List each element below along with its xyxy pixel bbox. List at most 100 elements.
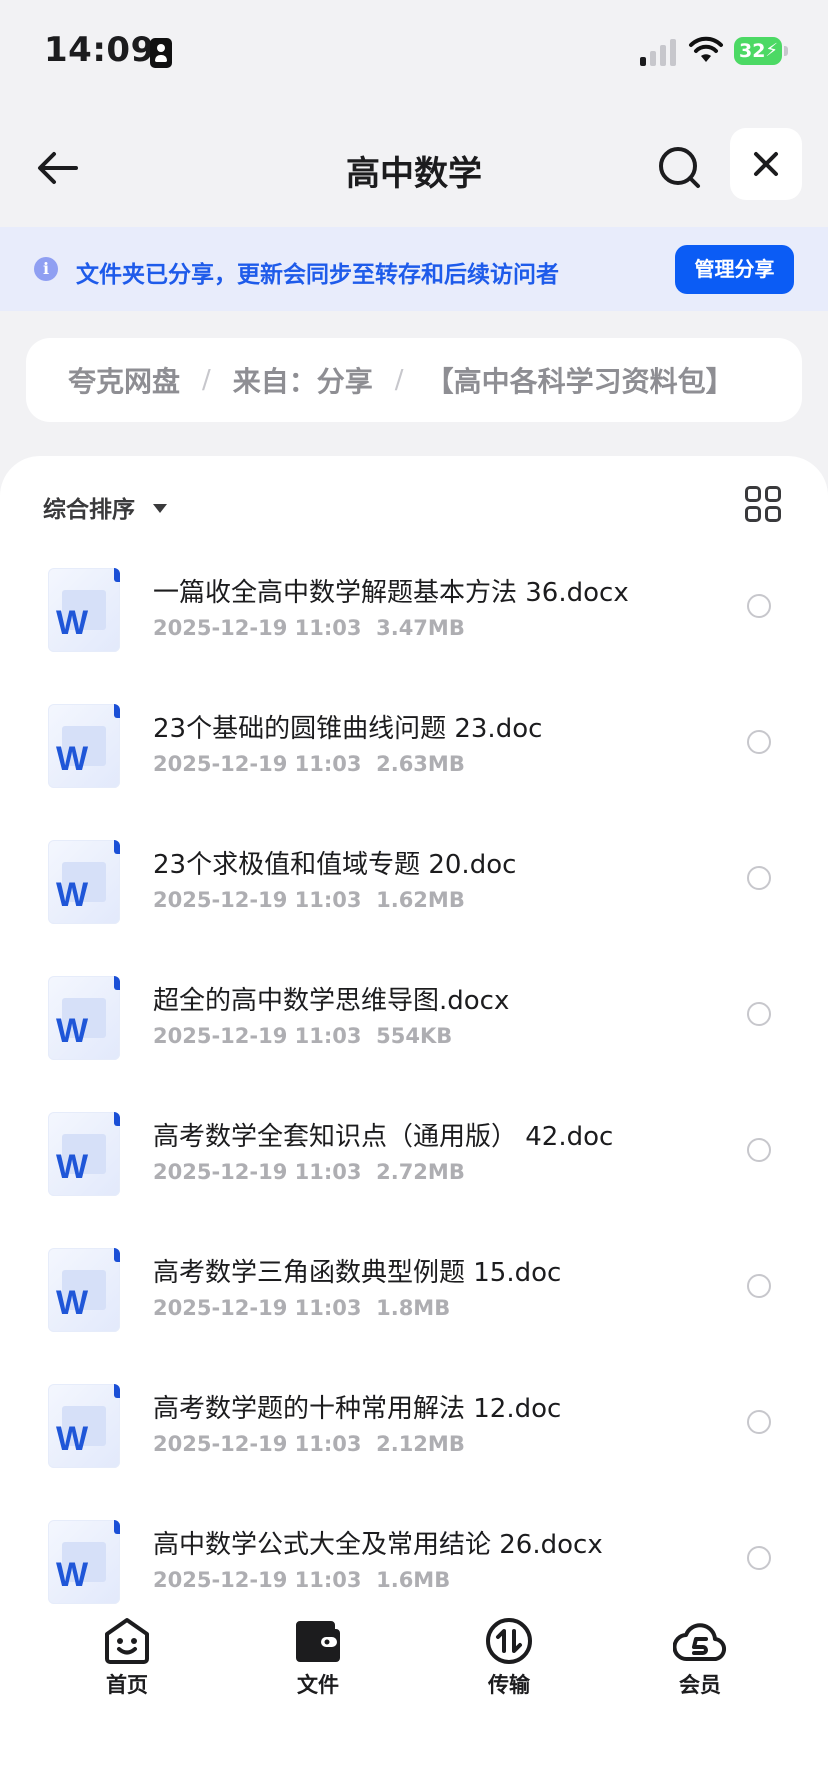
wifi-icon (689, 36, 723, 62)
file-name: 超全的高中数学思维导图.docx (153, 986, 510, 1016)
file-meta: 2025-12-19 11:03 1.8MB (153, 1296, 450, 1320)
file-meta: 2025-12-19 11:03 3.47MB (153, 616, 465, 640)
breadcrumb: 夸克网盘 / 来自：分享 / 【高中各科学习资料包】 (26, 338, 802, 422)
close-button[interactable] (730, 128, 802, 200)
close-icon (754, 152, 778, 176)
share-banner: i 文件夹已分享，更新会同步至转存和后续访问者 管理分享 (0, 227, 828, 311)
select-radio[interactable] (747, 1546, 771, 1570)
word-doc-icon: W (48, 1112, 120, 1196)
word-doc-icon: W (48, 568, 120, 652)
file-name: 一篇收全高中数学解题基本方法 36.docx (153, 578, 629, 608)
status-time: 14:09 (44, 30, 155, 70)
file-meta: 2025-12-19 11:03 1.6MB (153, 1568, 450, 1592)
member-cloud-icon (673, 1623, 726, 1662)
file-row[interactable]: W 23个求极值和值域专题 20.doc 2025-12-19 11:03 1.… (0, 828, 828, 964)
file-row[interactable]: W 超全的高中数学思维导图.docx 2025-12-19 11:03 554K… (0, 964, 828, 1100)
breadcrumb-separator: / (394, 365, 404, 395)
file-date: 2025-12-19 11:03 (153, 888, 362, 912)
transfer-icon (486, 1618, 532, 1664)
file-name: 23个基础的圆锥曲线问题 23.doc (153, 714, 543, 744)
file-date: 2025-12-19 11:03 (153, 1160, 362, 1184)
file-size: 1.6MB (376, 1568, 451, 1592)
file-size: 2.63MB (376, 752, 465, 776)
breadcrumb-item-package[interactable]: 【高中各科学习资料包】 (426, 360, 734, 400)
word-doc-icon: W (48, 840, 120, 924)
file-size: 3.47MB (376, 616, 465, 640)
word-doc-icon: W (48, 1520, 120, 1604)
search-icon (659, 147, 700, 188)
tab-transfer-label: 传输 (488, 1673, 530, 1697)
tab-member[interactable]: 会员 (640, 1617, 760, 1699)
file-row[interactable]: W 一篇收全高中数学解题基本方法 36.docx 2025-12-19 11:0… (0, 556, 828, 692)
file-size: 2.12MB (376, 1432, 465, 1456)
search-button[interactable] (652, 140, 708, 196)
file-date: 2025-12-19 11:03 (153, 1432, 362, 1456)
file-meta: 2025-12-19 11:03 2.12MB (153, 1432, 465, 1456)
file-date: 2025-12-19 11:03 (153, 616, 362, 640)
tab-files[interactable]: 文件 (258, 1617, 378, 1699)
breadcrumb-separator: / (202, 365, 211, 395)
home-face-icon (105, 1618, 149, 1664)
status-bar: 14:09 32 ⚡ (0, 0, 828, 100)
file-date: 2025-12-19 11:03 (153, 752, 362, 776)
file-panel: 综合排序 W 一篇收全高中数学解题基本方法 36.docx 2025-12-19… (0, 456, 828, 1792)
nav-bar: 高中数学 (0, 110, 828, 220)
file-name: 高考数学题的十种常用解法 12.doc (153, 1394, 562, 1424)
tab-bar: 首页 文件 传输 会员 (0, 1605, 828, 1792)
cellular-signal-icon (640, 38, 678, 66)
select-radio[interactable] (747, 1410, 771, 1434)
file-size: 554KB (376, 1024, 453, 1048)
battery-level: 32 (739, 40, 766, 62)
info-icon: i (34, 257, 58, 281)
file-meta: 2025-12-19 11:03 1.62MB (153, 888, 465, 912)
file-size: 1.62MB (376, 888, 465, 912)
sort-label: 综合排序 (43, 497, 135, 523)
file-row[interactable]: W 高考数学三角函数典型例题 15.doc 2025-12-19 11:03 1… (0, 1236, 828, 1372)
file-name: 23个求极值和值域专题 20.doc (153, 850, 517, 880)
select-radio[interactable] (747, 1138, 771, 1162)
tab-home-label: 首页 (106, 1673, 148, 1697)
file-name: 高中数学公式大全及常用结论 26.docx (153, 1530, 603, 1560)
file-list: W 一篇收全高中数学解题基本方法 36.docx 2025-12-19 11:0… (0, 556, 828, 1644)
folder-icon (296, 1621, 340, 1662)
select-radio[interactable] (747, 866, 771, 890)
file-size: 2.72MB (376, 1160, 465, 1184)
breadcrumb-item-root[interactable]: 夸克网盘 (68, 360, 180, 400)
caret-down-icon (153, 503, 167, 513)
file-name: 高考数学全套知识点（通用版） 42.doc (153, 1122, 614, 1152)
tab-files-label: 文件 (297, 1673, 339, 1697)
word-doc-icon: W (48, 704, 120, 788)
select-radio[interactable] (747, 594, 771, 618)
battery-indicator: 32 ⚡ (734, 37, 788, 65)
select-radio[interactable] (747, 730, 771, 754)
file-meta: 2025-12-19 11:03 554KB (153, 1024, 452, 1048)
grid-view-icon (745, 506, 761, 522)
share-banner-text: 文件夹已分享，更新会同步至转存和后续访问者 (76, 262, 559, 288)
file-row[interactable]: W 高考数学全套知识点（通用版） 42.doc 2025-12-19 11:03… (0, 1100, 828, 1236)
grid-view-icon (765, 486, 781, 502)
file-row[interactable]: W 23个基础的圆锥曲线问题 23.doc 2025-12-19 11:03 2… (0, 692, 828, 828)
select-radio[interactable] (747, 1274, 771, 1298)
file-date: 2025-12-19 11:03 (153, 1296, 362, 1320)
file-name: 高考数学三角函数典型例题 15.doc (153, 1258, 562, 1288)
manage-share-button[interactable]: 管理分享 (675, 245, 794, 294)
word-doc-icon: W (48, 1248, 120, 1332)
sort-dropdown[interactable]: 综合排序 (43, 490, 167, 524)
word-doc-icon: W (48, 976, 120, 1060)
tab-transfer[interactable]: 传输 (449, 1617, 569, 1699)
file-row[interactable]: W 高考数学题的十种常用解法 12.doc 2025-12-19 11:03 2… (0, 1372, 828, 1508)
select-radio[interactable] (747, 1002, 771, 1026)
file-size: 1.8MB (376, 1296, 451, 1320)
grid-view-button[interactable] (745, 486, 783, 524)
file-date: 2025-12-19 11:03 (153, 1024, 362, 1048)
word-doc-icon: W (48, 1384, 120, 1468)
breadcrumb-item-shared[interactable]: 来自：分享 (233, 360, 373, 400)
charging-bolt-icon: ⚡ (765, 40, 778, 61)
contact-card-icon (150, 38, 172, 68)
grid-view-icon (765, 506, 781, 522)
file-meta: 2025-12-19 11:03 2.72MB (153, 1160, 465, 1184)
tab-home[interactable]: 首页 (67, 1617, 187, 1699)
file-meta: 2025-12-19 11:03 2.63MB (153, 752, 465, 776)
tab-member-label: 会员 (679, 1673, 721, 1697)
grid-view-icon (745, 486, 761, 502)
